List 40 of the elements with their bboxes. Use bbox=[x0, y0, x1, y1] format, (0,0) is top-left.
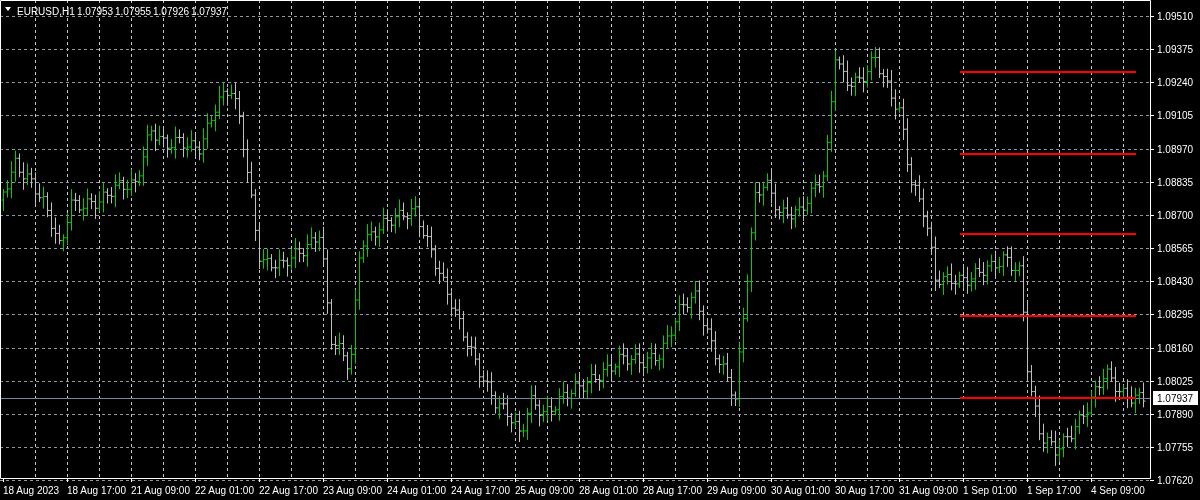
time-label: 4 Sep 09:00 bbox=[1091, 485, 1145, 496]
time-label: 28 Aug 17:00 bbox=[643, 485, 702, 496]
ohlc-value: 1.07953 bbox=[77, 6, 114, 17]
time-label: 18 Aug 17:00 bbox=[67, 485, 126, 496]
time-label: 1 Sep 17:00 bbox=[1027, 485, 1081, 496]
price-label: 1.09240 bbox=[1157, 77, 1194, 89]
price-label: 1.08565 bbox=[1157, 243, 1194, 255]
price-label: 1.09375 bbox=[1157, 44, 1194, 56]
ohlc-value: 1.07937 bbox=[191, 6, 228, 17]
time-label: 22 Aug 01:00 bbox=[195, 485, 254, 496]
time-label: 24 Aug 01:00 bbox=[387, 485, 446, 496]
price-label: 1.08835 bbox=[1157, 176, 1194, 188]
time-label: 31 Aug 09:00 bbox=[899, 485, 958, 496]
current-price-label: 1.07937 bbox=[1153, 391, 1198, 405]
time-label: 30 Aug 17:00 bbox=[835, 485, 894, 496]
time-label: 18 Aug 2023 bbox=[3, 485, 60, 496]
price-label: 1.09510 bbox=[1157, 11, 1194, 22]
time-label: 22 Aug 17:00 bbox=[259, 485, 318, 496]
time-label: 24 Aug 17:00 bbox=[451, 485, 510, 496]
time-label: 29 Aug 09:00 bbox=[707, 485, 766, 496]
price-label: 1.08160 bbox=[1157, 342, 1194, 354]
ohlc-value: 1.07955 bbox=[115, 6, 152, 17]
price-label: 1.08430 bbox=[1157, 276, 1194, 288]
price-label: 1.09105 bbox=[1157, 110, 1194, 122]
chart-symbol: EURUSD,H1 bbox=[17, 6, 75, 17]
dropdown-triangle-icon[interactable] bbox=[5, 7, 11, 11]
price-label: 1.07890 bbox=[1157, 408, 1194, 420]
price-label: 1.07755 bbox=[1157, 441, 1194, 453]
time-label: 21 Aug 09:00 bbox=[131, 485, 190, 496]
price-label: 1.07620 bbox=[1157, 475, 1194, 487]
time-label: 23 Aug 09:00 bbox=[323, 485, 382, 496]
time-label: 30 Aug 01:00 bbox=[771, 485, 830, 496]
time-label: 1 Sep 01:00 bbox=[963, 485, 1017, 496]
price-label: 1.08700 bbox=[1157, 209, 1194, 221]
price-label: 1.08295 bbox=[1157, 309, 1194, 321]
ohlc-value: 1.07926 bbox=[153, 6, 190, 17]
time-label: 25 Aug 09:00 bbox=[515, 485, 574, 496]
time-label: 28 Aug 01:00 bbox=[579, 485, 638, 496]
price-label: 1.08970 bbox=[1157, 143, 1194, 155]
price-label: 1.08025 bbox=[1157, 375, 1194, 387]
